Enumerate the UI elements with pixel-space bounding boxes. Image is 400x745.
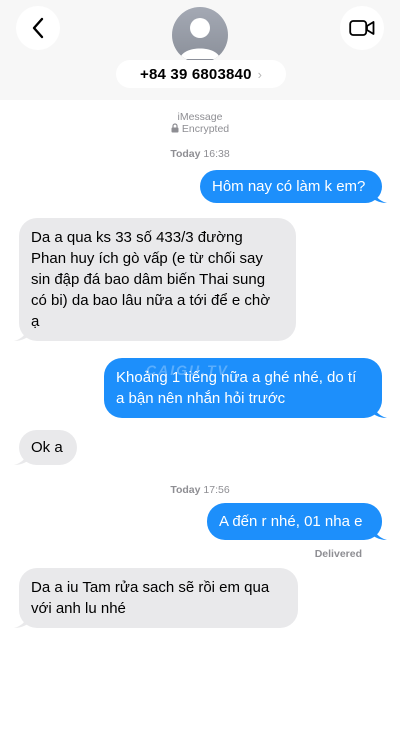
message-line: Phan huy ích gò vấp (e từ chối say (31, 250, 263, 267)
timestamp-day: Today (170, 148, 201, 160)
bubble-tail (371, 185, 387, 203)
bubble-tail (371, 522, 387, 540)
message-line: Khoảng 1 tiếng nữa a ghé nhé, do tí (116, 369, 357, 386)
contact-number: +84 39 6803840 (139, 65, 252, 83)
message-line: có bi) da bao lâu nữa a tới để e chờ (31, 292, 271, 309)
encryption-text: Encrypted (181, 123, 230, 135)
contact-avatar[interactable] (172, 7, 228, 63)
person-icon (180, 18, 220, 59)
encryption-label: Encrypted (0, 123, 400, 135)
message-bubble-sent[interactable]: A đến r nhé, 01 nha e (207, 503, 387, 540)
bubble-tail (14, 447, 30, 465)
message-text: Ok a (31, 439, 63, 456)
conversation-header: +84 39 6803840 › (0, 0, 400, 100)
service-label: iMessage (177, 111, 223, 123)
message-line: sin đập đá bao dâm biến Thai sung (31, 271, 266, 288)
message-line: Da a qua ks 33 số 433/3 đường (31, 229, 243, 246)
contact-name-pill[interactable]: +84 39 6803840 › (116, 60, 286, 88)
message-bubble-received[interactable]: Ok a (14, 430, 77, 465)
message-bubble-received[interactable]: Da a qua ks 33 số 433/3 đường Phan huy í… (14, 218, 296, 341)
delivered-status: Delivered (314, 548, 362, 560)
timestamp-1: Today 16:38 (0, 148, 400, 160)
chevron-right-icon: › (257, 67, 262, 82)
video-call-button[interactable] (340, 6, 384, 50)
back-button[interactable] (16, 6, 60, 50)
message-bubble-sent[interactable]: Khoảng 1 tiếng nữa a ghé nhé, do tí a bậ… (104, 358, 387, 418)
timestamp-time: 17:56 (203, 484, 230, 496)
video-camera-icon (349, 20, 375, 36)
message-line: a bận nên nhắn hỏi trước (116, 390, 286, 407)
message-text: A đến r nhé, 01 nha e (219, 513, 363, 530)
message-bubble-sent[interactable]: Hôm nay có làm k em? (200, 170, 387, 203)
bubble-tail (14, 610, 30, 628)
timestamp-time: 16:38 (203, 148, 230, 160)
message-line: với anh lu nhé (31, 600, 126, 617)
bubble-tail (14, 323, 30, 341)
message-bubble-received[interactable]: Da a iu Tam rửa sach sẽ rồi em qua với a… (14, 568, 298, 628)
message-line: ạ (31, 313, 40, 330)
timestamp-day: Today (170, 484, 201, 496)
message-text: Hôm nay có làm k em? (212, 178, 366, 195)
bubble-tail (371, 400, 387, 418)
message-line: Da a iu Tam rửa sach sẽ rồi em qua (31, 579, 270, 596)
chevron-left-icon (32, 17, 44, 39)
lock-icon (171, 123, 179, 133)
timestamp-2: Today 17:56 (0, 484, 400, 496)
